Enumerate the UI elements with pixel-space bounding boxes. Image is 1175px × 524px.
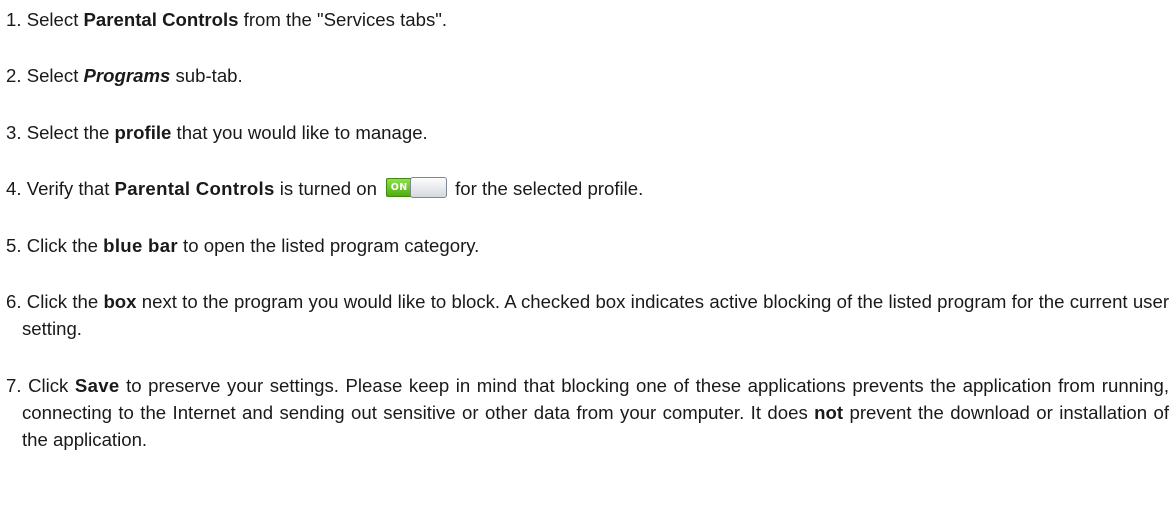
step-emphasis: Parental Controls <box>114 178 275 199</box>
step-text: that you would like to manage. <box>171 122 428 143</box>
step-text: Verify that <box>26 178 115 199</box>
step-text: for the selected profile. <box>455 178 644 199</box>
step-number: 3. <box>6 122 22 143</box>
toggle-on-label: ON <box>386 178 413 197</box>
step-number: 7. <box>6 375 22 396</box>
step-emphasis: Parental Controls <box>83 9 239 30</box>
step-body: 7. Click Save to preserve your settings.… <box>6 372 1169 453</box>
step-1: 1. Select Parental Controls from the "Se… <box>6 6 1169 33</box>
step-text: is turned on <box>274 178 377 199</box>
step-emphasis: not <box>814 402 844 423</box>
step-text: Click the <box>26 235 104 256</box>
step-text: Select the <box>26 122 115 143</box>
step-number: 2. <box>6 65 22 86</box>
step-text: from the "Services tabs". <box>238 9 448 30</box>
step-3: 3. Select the profile that you would lik… <box>6 119 1169 146</box>
parental-controls-on-toggle-icon: ON <box>386 177 448 198</box>
step-emphasis: box <box>103 291 137 312</box>
step-5: 5. Click the blue bar to open the listed… <box>6 232 1169 259</box>
step-text: next to the program you would like to bl… <box>22 291 1170 339</box>
step-emphasis: blue bar <box>103 235 178 256</box>
step-number: 6. <box>6 291 22 312</box>
toggle-knob <box>410 177 448 198</box>
step-number: 5. <box>6 235 22 256</box>
step-7: 7. Click Save to preserve your settings.… <box>6 372 1169 453</box>
step-text: Click <box>28 375 75 396</box>
step-4: 4. Verify that Parental Controls is turn… <box>6 175 1169 202</box>
step-emphasis: Save <box>74 375 120 396</box>
step-body: 6. Click the box next to the program you… <box>6 288 1169 342</box>
step-text: Click the <box>26 291 104 312</box>
step-text: sub-tab. <box>170 65 243 86</box>
step-number: 1. <box>6 9 22 30</box>
step-6: 6. Click the box next to the program you… <box>6 288 1169 342</box>
step-text: to open the listed program category. <box>177 235 480 256</box>
step-text: Select <box>26 65 84 86</box>
step-number: 4. <box>6 178 22 199</box>
step-emphasis: profile <box>114 122 172 143</box>
step-text: Select <box>26 9 84 30</box>
step-2: 2. Select Programs sub-tab. <box>6 62 1169 89</box>
step-emphasis: Programs <box>83 65 171 86</box>
